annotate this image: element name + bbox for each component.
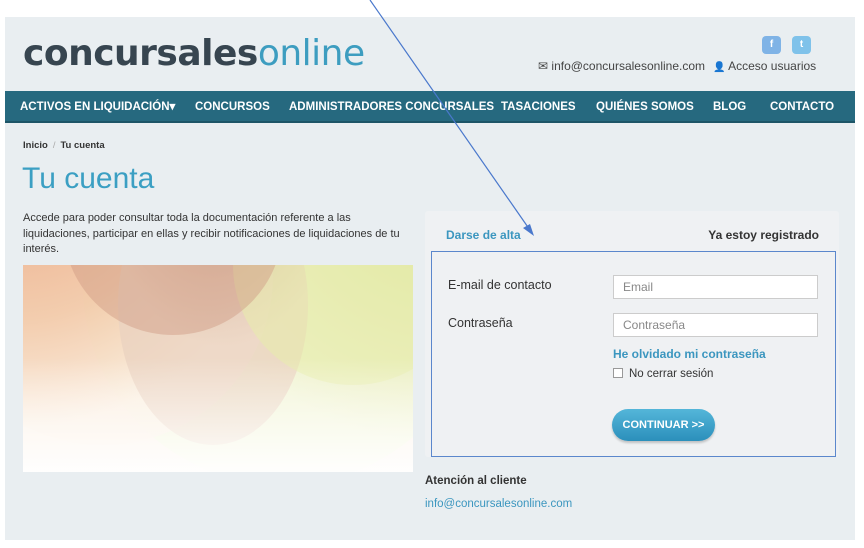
continue-button[interactable]: CONTINUAR >> (612, 409, 715, 441)
user-access-link[interactable]: 👤 Acceso usuarios (713, 59, 816, 73)
breadcrumb-home[interactable]: Inicio (23, 140, 48, 151)
breadcrumb: Inicio / Tu cuenta (23, 140, 105, 151)
site-logo[interactable]: concursalesonline (23, 33, 365, 74)
header-email-link[interactable]: ✉ info@concursalesonline.com (538, 59, 705, 73)
nav-item-administradores[interactable]: ADMINISTRADORES CONCURSALES (289, 91, 494, 123)
password-label: Contraseña (448, 316, 513, 330)
password-field[interactable] (613, 313, 818, 337)
nav-item-tasaciones[interactable]: TASACIONES (501, 91, 576, 123)
login-form: E-mail de contacto Contraseña He olvidad… (431, 251, 836, 457)
caret-down-icon: ▾ (169, 101, 176, 113)
header-email-text: info@concursalesonline.com (551, 59, 705, 73)
support-email-link[interactable]: info@concursalesonline.com (425, 498, 572, 510)
tab-signup[interactable]: Darse de alta (446, 228, 521, 242)
logo-light-text: online (257, 33, 365, 74)
nav-item-quienes-somos[interactable]: QUIÉNES SOMOS (596, 91, 694, 123)
nav-item-activos-label: ACTIVOS EN LIQUIDACIÓN (20, 101, 170, 113)
nav-item-blog[interactable]: BLOG (713, 91, 746, 123)
main-nav: ACTIVOS EN LIQUIDACIÓN▾ CONCURSOS ADMINI… (5, 91, 855, 123)
user-access-label: Acceso usuarios (728, 59, 817, 73)
page: concursalesonline f t ✉ info@concursales… (5, 17, 855, 540)
forgot-password-link[interactable]: He olvidado mi contraseña (613, 347, 766, 361)
breadcrumb-current: Tu cuenta (60, 140, 105, 151)
email-field[interactable] (613, 275, 818, 299)
support-title: Atención al cliente (425, 475, 527, 487)
checkbox-icon[interactable] (613, 368, 623, 378)
user-icon: 👤 (713, 62, 726, 73)
nav-item-contacto[interactable]: CONTACTO (770, 91, 834, 123)
intro-text: Accede para poder consultar toda la docu… (23, 212, 400, 255)
hero-image (23, 265, 413, 472)
page-title: Tu cuenta (22, 162, 155, 195)
twitter-glyph: t (799, 39, 804, 50)
remember-me-label: No cerrar sesión (629, 368, 714, 380)
breadcrumb-separator: / (52, 140, 56, 151)
remember-me[interactable]: No cerrar sesión (613, 368, 713, 380)
facebook-glyph: f (769, 39, 774, 50)
email-label: E-mail de contacto (448, 278, 552, 292)
logo-bold-text: concursales (23, 33, 258, 74)
nav-item-concursos[interactable]: CONCURSOS (195, 91, 270, 123)
facebook-icon[interactable]: f (762, 36, 781, 54)
envelope-icon: ✉ (538, 59, 549, 73)
account-panel: Darse de alta Ya estoy registrado E-mail… (425, 211, 839, 457)
tab-login[interactable]: Ya estoy registrado (708, 228, 819, 242)
twitter-icon[interactable]: t (792, 36, 811, 54)
hero-graphic (23, 265, 413, 472)
nav-item-activos[interactable]: ACTIVOS EN LIQUIDACIÓN▾ (20, 91, 175, 123)
